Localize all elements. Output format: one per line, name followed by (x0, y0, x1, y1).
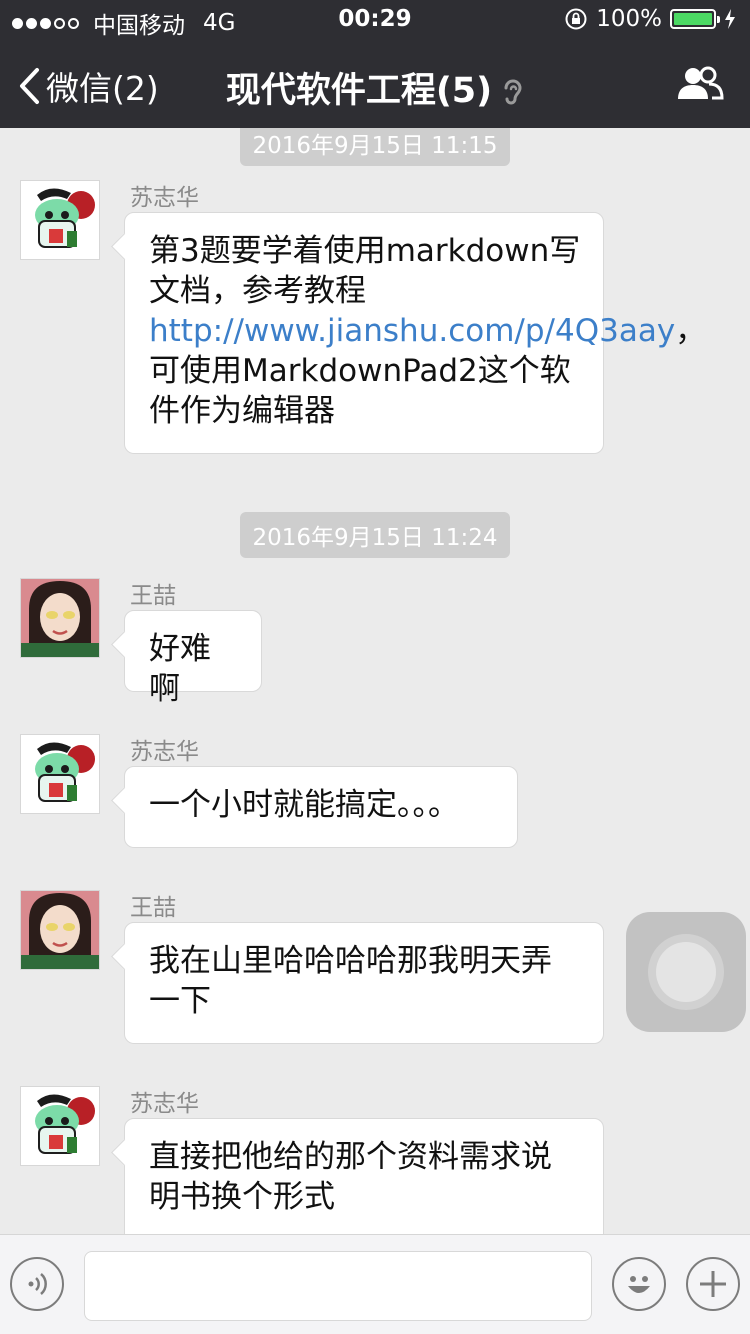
message-bubble[interactable]: 好难啊 (124, 610, 262, 707)
group-members-icon[interactable] (676, 66, 724, 102)
cartoon-avatar-icon (21, 181, 99, 259)
avatar[interactable] (20, 890, 100, 970)
timestamp-divider: 2016年9月15日 11:24 (0, 512, 750, 558)
status-bar: 中国移动 4G 00:29 100% (0, 0, 750, 40)
timestamp-label: 2016年9月15日 11:15 (240, 128, 510, 166)
timestamp-divider: 2016年9月15日 11:15 (0, 128, 750, 166)
chat-title: 现代软件工程(5) (0, 62, 750, 113)
avatar[interactable] (20, 734, 100, 814)
assistive-touch-button[interactable] (626, 912, 746, 1032)
battery-icon (670, 9, 720, 29)
cartoon-avatar-icon (21, 735, 99, 813)
voice-icon (28, 1273, 47, 1295)
message-text: 我在山里哈哈哈哈那我明天弄一下 (149, 943, 552, 1019)
chat-title-text: 现代软件工程(5) (225, 71, 493, 111)
sender-name: 王喆 (130, 583, 176, 609)
message-bubble[interactable]: 我在山里哈哈哈哈那我明天弄一下 (124, 922, 604, 1044)
message-text: 直接把他给的那个资料需求说明书换个形式 (149, 1139, 552, 1215)
navigation-bar: 微信(2) 现代软件工程(5) (0, 40, 750, 128)
message-text: 一个小时就能搞定。。。 (149, 787, 459, 823)
message-bubble[interactable]: 一个小时就能搞定。。。 (124, 766, 518, 848)
cartoon-avatar-icon (21, 1087, 99, 1165)
message-list[interactable]: 2016年9月15日 11:15 苏志华 第3题要学着使用markdown写文档… (0, 128, 750, 1234)
message-bubble[interactable]: 第3题要学着使用markdown写文档，参考教程 http://www.jians… (124, 212, 706, 454)
sender-name: 苏志华 (130, 739, 199, 765)
timestamp-label: 2016年9月15日 11:24 (240, 512, 510, 558)
charging-icon (725, 9, 735, 29)
voice-button[interactable] (10, 1257, 64, 1311)
emoji-button[interactable] (612, 1257, 666, 1311)
avatar[interactable] (20, 180, 100, 260)
message-text: 第3题要学着使用markdown写文档，参考教程 (149, 233, 581, 309)
avatar[interactable] (20, 1086, 100, 1166)
portrait-avatar-icon (21, 579, 99, 657)
plus-icon (700, 1271, 726, 1297)
message-bubble[interactable]: 直接把他给的那个资料需求说明书换个形式 (124, 1118, 604, 1234)
message-link[interactable]: http://www.jianshu.com/p/4Q3aay (149, 313, 675, 349)
sender-name: 苏志华 (130, 185, 199, 211)
more-button[interactable] (686, 1257, 740, 1311)
sender-name: 王喆 (130, 895, 176, 921)
message-text: 好难啊 (149, 631, 211, 707)
input-bar (0, 1234, 750, 1334)
emoji-icon (628, 1276, 650, 1293)
message-input[interactable] (84, 1251, 592, 1321)
avatar[interactable] (20, 578, 100, 658)
battery-percent: 100% (596, 6, 662, 32)
earpiece-icon (504, 79, 522, 105)
orientation-lock-icon (565, 8, 587, 30)
top-bar: 中国移动 4G 00:29 100% 微信(2) 现代软件工程(5) (0, 0, 750, 128)
sender-name: 苏志华 (130, 1091, 199, 1117)
portrait-avatar-icon (21, 891, 99, 969)
